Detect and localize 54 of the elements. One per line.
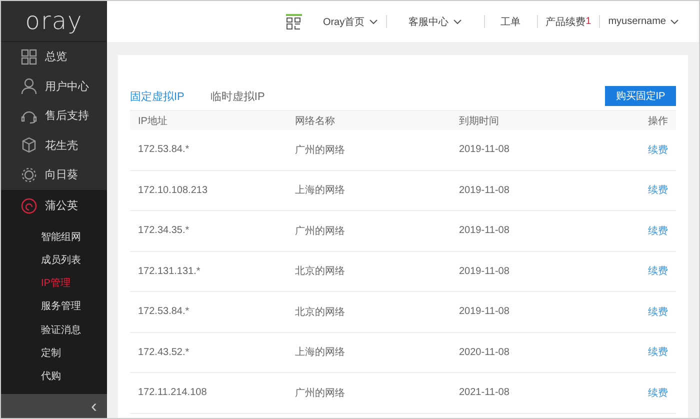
sidebar-item[interactable]: 总览: [1, 42, 107, 72]
column-header: 操作: [648, 114, 669, 128]
buy-button[interactable]: 购买固定IP: [605, 86, 676, 106]
table-cell-text: 广州的网络: [295, 144, 346, 157]
table-cell-text: 172.53.84.*: [137, 144, 190, 156]
tab[interactable]: 临时虚拟IP: [210, 88, 265, 104]
table-cell-text: 172.131.131.*: [137, 266, 202, 277]
table-cell-text: 北京的网络: [295, 306, 346, 319]
qr-code-icon: [284, 14, 303, 30]
table-cell-text: 172.11.214.108: [137, 387, 208, 398]
sidebar-item[interactable]: 售后支持: [1, 101, 107, 130]
table-cell-text: 上海的网络: [295, 184, 346, 198]
table-cell-text: 2021-11-08: [459, 387, 510, 398]
table-cell-text: 172.43.52.*: [137, 346, 190, 358]
sidebar-subitem[interactable]: 定制: [1, 342, 107, 366]
grid-icon: [21, 48, 37, 65]
sidebar-item[interactable]: 蒲公英: [1, 190, 107, 222]
sidebar-subitem[interactable]: IP管理: [1, 272, 107, 296]
sidebar-subitem[interactable]: 成员列表: [1, 248, 107, 272]
column-header: 到期时间: [459, 114, 500, 128]
table-cell-text: 2019-11-08: [459, 144, 510, 156]
table-cell-text: 2019-11-08: [459, 184, 510, 196]
sidebar-subitem[interactable]: 验证消息: [1, 318, 107, 342]
user-icon: [21, 78, 37, 94]
sidebar-item[interactable]: 向日葵: [1, 160, 107, 190]
logo: oray: [25, 7, 83, 35]
sidebar-item[interactable]: 花生壳: [1, 130, 107, 160]
header-link[interactable]: Oray首页: [314, 14, 386, 28]
table-cell-text: 上海的网络: [295, 346, 346, 360]
table-cell-text: 2019-11-08: [459, 266, 510, 277]
header-link[interactable]: myusername: [600, 16, 687, 27]
table-cell-text: 2019-11-08: [459, 225, 510, 236]
table-cell-text: 172.34.35.*: [137, 225, 190, 236]
table-cell-text: 2019-11-08: [459, 306, 510, 318]
table-cell-text: 北京的网络: [295, 264, 346, 278]
header-link[interactable]: 产品续费1: [538, 14, 600, 28]
table-cell-text: 2020-11-08: [459, 346, 510, 358]
sidebar-subitem[interactable]: 智能组网: [1, 226, 107, 249]
cube-icon: [21, 137, 37, 154]
header-link[interactable]: 客服中心: [386, 14, 484, 28]
table-cell-text: 172.53.84.*: [137, 306, 190, 318]
swirl-icon: [21, 198, 37, 214]
sidebar-subitem[interactable]: 服务管理: [1, 295, 107, 319]
sidebar-subitem[interactable]: 代购: [1, 365, 107, 389]
table-cell-text: 广州的网络: [295, 386, 346, 400]
table-cell-text: 172.10.108.213: [137, 184, 209, 196]
column-header: 网络名称: [295, 114, 336, 128]
count-label: 1: [586, 16, 592, 27]
column-header: IP地址: [137, 114, 168, 128]
table-cell-text: 广州的网络: [295, 224, 346, 238]
gear-icon: [21, 166, 37, 183]
collapse-button[interactable]: ‹: [91, 397, 97, 415]
header-link[interactable]: 工单: [484, 14, 537, 28]
sidebar-item[interactable]: 用户中心: [1, 72, 107, 101]
